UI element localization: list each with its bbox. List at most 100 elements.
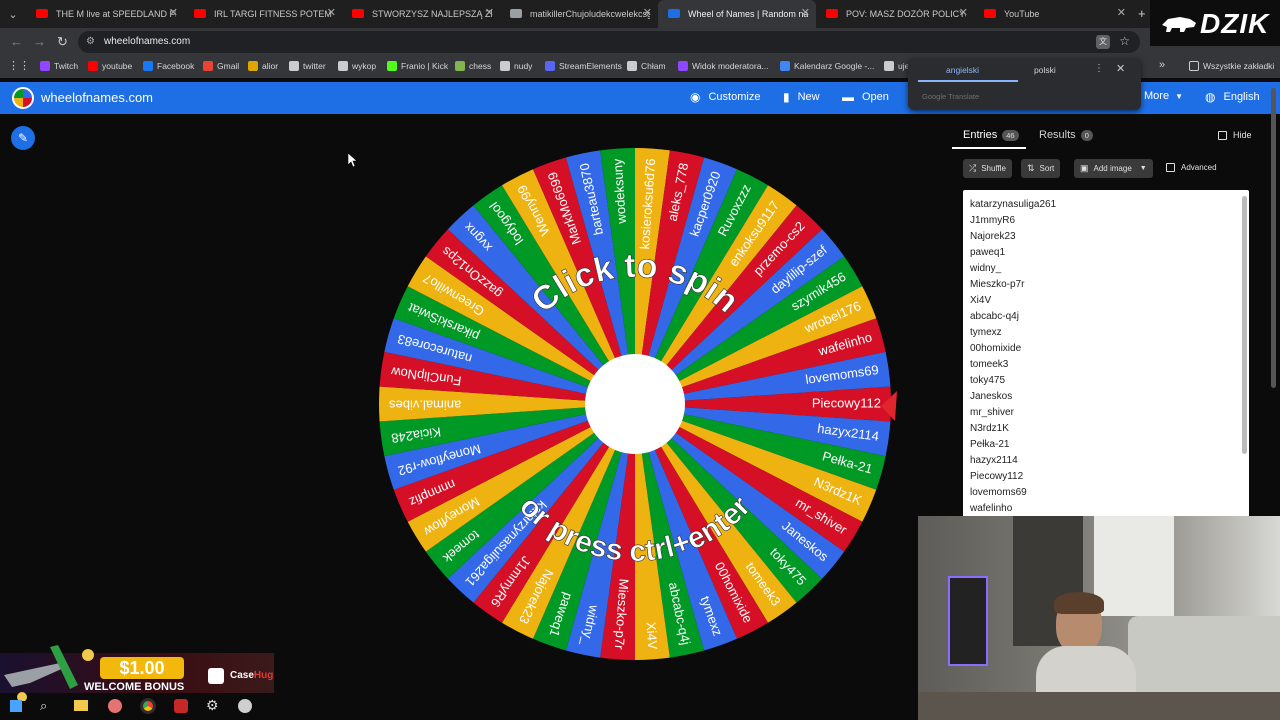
hide-checkbox[interactable]: Hide [1218,130,1252,140]
tab-entries[interactable]: Entries 46 [963,129,1019,141]
entry-line: Pełka-21 [970,439,1010,450]
spin-wheel[interactable]: Piecowy112hazyx2114Pełka-21N3rdz1Kmr_shi… [373,145,897,669]
sort-label: Sort [1039,164,1055,173]
tab-close-icon[interactable]: ✕ [643,6,652,19]
bookmark-item[interactable]: chess [455,61,491,71]
bookmarks-overflow-icon[interactable]: » [1159,59,1165,71]
browser-tab[interactable]: STWORZYSZ NAJLEPSZĄ ZBROI✕ [342,0,500,28]
customize-button[interactable]: ◉ Customize [690,90,760,104]
bookmark-item[interactable]: StreamElements [545,61,622,71]
entry-line: wafelinho [970,503,1013,514]
bookmark-item[interactable]: alior [248,61,278,71]
customize-label: Customize [708,91,761,103]
entries-scrollbar[interactable] [1242,196,1247,454]
settings-icon[interactable]: ⚙ [206,697,219,714]
tab-close-icon[interactable]: ✕ [959,6,968,19]
open-button[interactable]: ▬ Open [842,90,889,104]
site-info-icon[interactable]: ⚙ [86,36,95,47]
bookmark-item[interactable]: Chłam [627,61,666,71]
back-icon[interactable]: ← [10,34,23,49]
bookmark-item[interactable]: uje [884,61,909,71]
all-bookmarks-folder[interactable]: Wszystkie zakładki [1189,61,1274,71]
language-label: English [1223,91,1260,103]
youtube-icon [826,9,838,18]
sort-button[interactable]: ⇅ Sort [1021,159,1061,178]
apps-grid-icon[interactable]: ⋮⋮ [8,59,30,72]
shuffle-button[interactable]: ⤮ Shuffle [963,159,1012,178]
app-icon[interactable] [108,699,122,713]
bookmark-item[interactable]: Gmail [203,61,239,71]
tab-close-icon[interactable]: ✕ [327,6,336,19]
search-icon[interactable]: ⌕ [40,698,47,714]
casehug-brand-a: Case [230,670,254,681]
wheel-logo-icon[interactable] [12,87,34,109]
bookmark-item[interactable]: nudy [500,61,532,71]
site-name[interactable]: wheelofnames.com [41,90,153,105]
advanced-checkbox[interactable]: Advanced [1166,163,1217,172]
tab-close-icon[interactable]: ✕ [1117,6,1126,19]
entry-line: lovemoms69 [970,487,1027,498]
youtube-icon [352,9,364,18]
bookmark-favicon-icon [248,61,258,71]
file-explorer-icon[interactable] [74,700,88,711]
new-file-icon: ▮ [783,90,790,104]
casehug-logo-icon [208,668,224,684]
entries-textarea[interactable]: katarzynasuliga261 J1mmyR6 Najorek23 paweq1… [963,190,1249,520]
browser-tab[interactable]: THE M live at SPEEDLAND FEST✕ [26,0,184,28]
add-image-label: Add image [1093,164,1132,173]
kebab-menu-icon[interactable]: ⋮ [1094,63,1104,74]
tab-close-icon[interactable]: ✕ [801,6,810,19]
chevron-down-icon: ▼ [1139,165,1147,172]
obs-icon[interactable] [238,699,252,713]
browser-tab[interactable]: YouTube ✕ [974,0,1132,28]
wheel-icon [668,9,680,18]
edit-pencil-icon[interactable]: ✎ [11,126,35,150]
bookmark-item[interactable]: Franio | Kick [387,61,448,71]
start-icon[interactable] [10,700,22,712]
tab-close-icon[interactable]: ✕ [485,6,494,19]
bookmark-item[interactable]: Facebook [143,61,194,71]
entries-tab-label: Entries [963,129,998,141]
page-scrollbar[interactable] [1271,88,1276,388]
bookmark-favicon-icon [203,61,213,71]
more-button[interactable]: More ▼ [1144,90,1183,102]
new-tab-button[interactable]: + [1138,6,1146,21]
close-icon[interactable]: ✕ [1116,62,1125,75]
entry-line: N3rdz1K [970,423,1009,434]
boar-icon [1162,17,1196,32]
entry-line: Janeskos [970,391,1013,402]
tab-close-icon[interactable]: ✕ [169,6,178,19]
translate-source-lang[interactable]: angielski [946,65,979,75]
translate-target-lang[interactable]: polski [1034,65,1056,75]
translate-icon[interactable]: 文 [1096,35,1110,49]
new-button[interactable]: ▮ New [783,90,820,104]
tab-title: IRL TARGI FITNESS POTEM SPO [214,9,334,19]
bookmark-item[interactable]: wykop [338,61,376,71]
browser-tab[interactable]: IRL TARGI FITNESS POTEM SPO✕ [184,0,342,28]
wheel-center-hub[interactable] [585,354,685,454]
bookmark-item[interactable]: Twitch [40,61,78,71]
bookmark-item[interactable]: twitter [289,61,326,71]
bookmark-label: nudy [514,61,533,71]
windows-taskbar: ⌕ ⚙ [0,694,300,720]
entry-line: J1mmyR6 [970,215,1016,226]
reload-icon[interactable]: ↻ [57,34,68,50]
bookmark-item[interactable]: youtube [88,61,132,71]
browser-tab[interactable]: Wheel of Names | Random nam ✕ [658,0,816,28]
tab-search-icon[interactable]: ⌄ [0,0,26,28]
bookmark-item[interactable]: Kalendarz Google -... [780,61,874,71]
webcam-floor [918,692,1280,720]
browser-tab[interactable]: POV: MASZ DOZÓR POLICYJNY✕ [816,0,974,28]
language-button[interactable]: ◍ English [1205,90,1260,104]
recording-app-icon[interactable] [174,699,188,713]
address-bar[interactable]: ⚙ wheelofnames.com 文 ☆ [78,31,1140,53]
bookmark-favicon-icon [545,61,555,71]
bookmark-star-icon[interactable]: ☆ [1119,34,1130,48]
browser-tab[interactable]: matikillerChujoludekcwelekcsg ✕ [500,0,658,28]
add-image-button[interactable]: ▣ Add image ▼ [1074,159,1153,178]
entry-line: paweq1 [970,247,1006,258]
forward-icon[interactable]: → [33,34,46,49]
tab-results[interactable]: Results 0 [1039,129,1093,141]
chrome-icon[interactable] [140,698,156,714]
bookmark-item[interactable]: Widok moderatora... [678,61,769,71]
